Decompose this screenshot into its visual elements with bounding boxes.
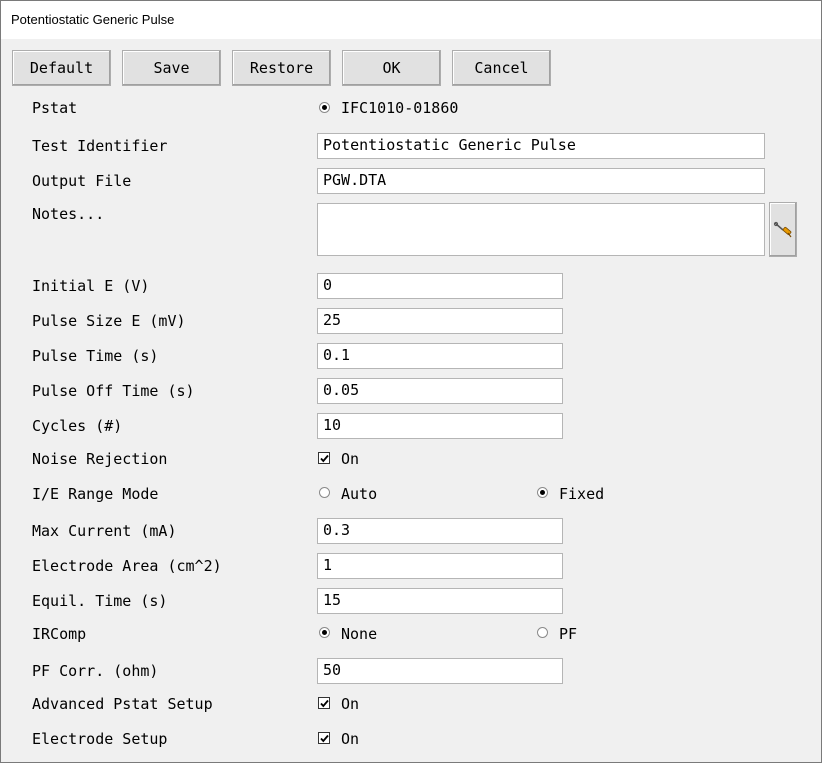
pulse-size-label: Pulse Size E (mV): [32, 312, 186, 330]
output-file-label: Output File: [32, 172, 132, 190]
ie-range-auto-label: Auto: [341, 485, 378, 503]
noise-rejection-label: Noise Rejection: [32, 450, 168, 468]
electrode-setup-checkbox[interactable]: [318, 732, 330, 744]
restore-button[interactable]: Restore: [232, 50, 331, 86]
default-button[interactable]: Default: [12, 50, 111, 86]
pulse-off-time-label: Pulse Off Time (s): [32, 382, 195, 400]
test-identifier-label: Test Identifier: [32, 137, 168, 155]
notes-label: Notes...: [32, 205, 105, 223]
ircomp-pf-radio[interactable]: [537, 627, 548, 638]
cancel-button[interactable]: Cancel: [452, 50, 551, 86]
electrode-setup-label: Electrode Setup: [32, 730, 168, 748]
notes-edit-button[interactable]: [769, 202, 797, 257]
initial-e-label: Initial E (V): [32, 277, 150, 295]
cycles-input[interactable]: 10: [317, 413, 563, 439]
ie-range-fixed-label: Fixed: [559, 485, 605, 503]
max-current-label: Max Current (mA): [32, 522, 177, 540]
pstat-label: Pstat: [32, 99, 78, 117]
ircomp-label: IRComp: [32, 625, 87, 643]
pulse-size-input[interactable]: 25: [317, 308, 563, 334]
noise-rejection-checkbox[interactable]: [318, 452, 330, 464]
equil-time-input[interactable]: 15: [317, 588, 563, 614]
advanced-pstat-checkbox[interactable]: [318, 697, 330, 709]
pulse-off-time-input[interactable]: 0.05: [317, 378, 563, 404]
ie-range-fixed-radio[interactable]: [537, 487, 548, 498]
noise-rejection-option: On: [341, 450, 360, 468]
ircomp-pf-label: PF: [559, 625, 578, 643]
ok-button[interactable]: OK: [342, 50, 441, 86]
output-file-input[interactable]: PGW.DTA: [317, 168, 765, 194]
ircomp-none-radio[interactable]: [319, 627, 330, 638]
pf-corr-input[interactable]: 50: [317, 658, 563, 684]
window-title: Potentiostatic Generic Pulse: [11, 12, 175, 27]
save-button[interactable]: Save: [122, 50, 221, 86]
pulse-time-input[interactable]: 0.1: [317, 343, 563, 369]
advanced-pstat-label: Advanced Pstat Setup: [32, 695, 213, 713]
initial-e-input[interactable]: 0: [317, 273, 563, 299]
pstat-radio[interactable]: [319, 102, 330, 113]
title-bar: Potentiostatic Generic Pulse: [1, 1, 821, 39]
ircomp-none-label: None: [341, 625, 378, 643]
max-current-input[interactable]: 0.3: [317, 518, 563, 544]
test-identifier-input[interactable]: Potentiostatic Generic Pulse: [317, 133, 765, 159]
equil-time-label: Equil. Time (s): [32, 592, 168, 610]
advanced-pstat-option: On: [341, 695, 360, 713]
ie-range-auto-radio[interactable]: [319, 487, 330, 498]
cycles-label: Cycles (#): [32, 417, 123, 435]
pf-corr-label: PF Corr. (ohm): [32, 662, 159, 680]
electrode-area-input[interactable]: 1: [317, 553, 563, 579]
pulse-time-label: Pulse Time (s): [32, 347, 159, 365]
notes-textarea[interactable]: [317, 203, 765, 256]
dialog-window: Potentiostatic Generic Pulse Default Sav…: [0, 0, 822, 763]
pstat-option-label: IFC1010-01860: [341, 99, 459, 117]
ie-range-mode-label: I/E Range Mode: [32, 485, 159, 503]
electrode-setup-option: On: [341, 730, 360, 748]
screwdriver-icon: [773, 219, 793, 239]
electrode-area-label: Electrode Area (cm^2): [32, 557, 222, 575]
